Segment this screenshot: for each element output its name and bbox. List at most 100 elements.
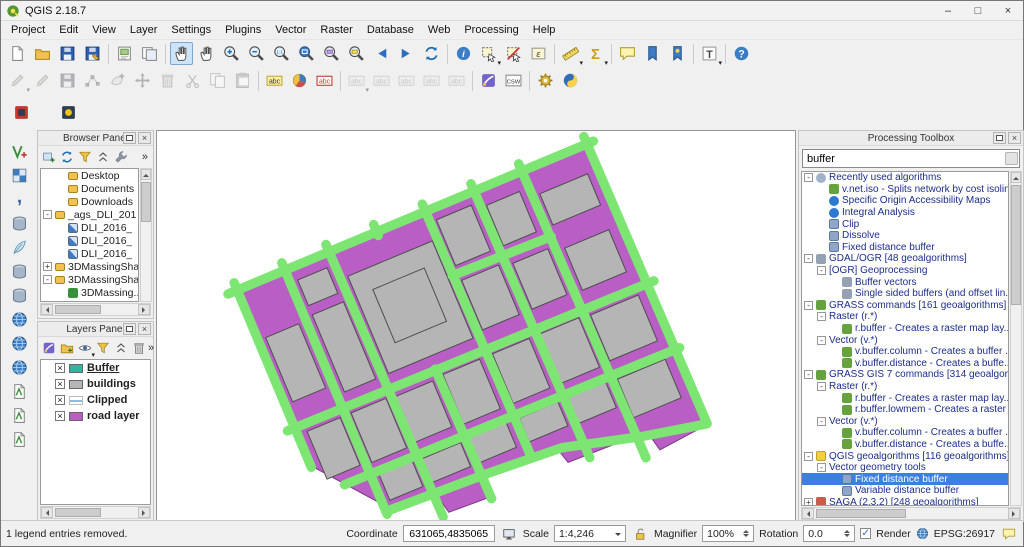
message-log-button[interactable] bbox=[1000, 525, 1018, 543]
highlight-pinned-labels-button[interactable] bbox=[370, 69, 393, 92]
copy-features-button[interactable] bbox=[206, 69, 229, 92]
node-tool-button[interactable] bbox=[81, 69, 104, 92]
crs-status[interactable]: EPSG:26917 bbox=[934, 528, 995, 540]
tree-group-item[interactable]: + SAGA (2.3.2) [248 geoalgorithms] bbox=[802, 497, 1008, 505]
toolbar-overflow-button[interactable]: » bbox=[142, 151, 151, 163]
spinner-arrows[interactable] bbox=[844, 529, 851, 538]
refresh-browser-button[interactable] bbox=[58, 148, 76, 166]
expand-collapse-layers-button[interactable] bbox=[112, 339, 130, 357]
menu-settings[interactable]: Settings bbox=[164, 22, 218, 38]
add-spatialite-layer-button[interactable] bbox=[8, 236, 31, 259]
add-wcs-layer-button[interactable] bbox=[8, 332, 31, 355]
save-project-button[interactable] bbox=[56, 42, 79, 65]
processing-horizontal-scrollbar[interactable] bbox=[801, 507, 1021, 520]
labeling-options-button[interactable] bbox=[313, 69, 336, 92]
open-project-button[interactable] bbox=[31, 42, 54, 65]
filter-browser-button[interactable] bbox=[76, 148, 94, 166]
expander-icon[interactable]: - bbox=[817, 463, 826, 473]
pan-map-button[interactable] bbox=[170, 42, 193, 65]
plugin-gear-tool-button[interactable] bbox=[534, 69, 557, 92]
new-geopackage-layer-button[interactable] bbox=[8, 428, 31, 451]
expander-icon[interactable]: + bbox=[804, 498, 813, 505]
expander-icon[interactable]: - bbox=[817, 382, 826, 391]
tree-group-item[interactable]: - [OGR] Geoprocessing bbox=[802, 265, 1008, 277]
tree-group-item[interactable]: - GRASS GIS 7 commands [314 geoalgorithms… bbox=[802, 369, 1008, 381]
algorithm-item[interactable]: r.buffer - Creates a raster map lay... bbox=[802, 323, 1008, 335]
rotation-spinner[interactable]: 0.0 bbox=[803, 525, 856, 542]
expander-icon[interactable]: - bbox=[804, 451, 813, 461]
add-mssql-layer-button[interactable] bbox=[8, 260, 31, 283]
metasearch-csw-button[interactable] bbox=[502, 69, 525, 92]
layer-visibility-checkbox[interactable]: × bbox=[55, 363, 65, 373]
browser-close-button[interactable]: × bbox=[138, 132, 151, 144]
expander-icon[interactable]: - bbox=[804, 254, 813, 264]
lock-scale-button[interactable] bbox=[631, 525, 649, 543]
algorithm-item[interactable]: Buffer vectors bbox=[802, 276, 1008, 288]
menu-vector[interactable]: Vector bbox=[268, 22, 313, 38]
paste-features-button[interactable] bbox=[231, 69, 254, 92]
tree-group-item[interactable]: - Recently used algorithms bbox=[802, 172, 1008, 184]
expander-icon[interactable]: - bbox=[804, 173, 813, 183]
browser-item[interactable]: DLI_2016_ bbox=[41, 247, 138, 260]
layer-item[interactable]: × buildings bbox=[41, 376, 150, 392]
menu-help[interactable]: Help bbox=[526, 22, 563, 38]
zoom-to-selection-button[interactable] bbox=[345, 42, 368, 65]
algorithm-item[interactable]: v.buffer.distance - Creates a buffe... bbox=[802, 358, 1008, 370]
algorithm-item[interactable]: v.buffer.distance - Creates a buffe... bbox=[802, 439, 1008, 451]
manage-map-themes-button[interactable]: ▾ bbox=[76, 339, 95, 359]
algorithm-item[interactable]: r.buffer.lowmem - Creates a raster ... bbox=[802, 404, 1008, 416]
map-tips-button[interactable] bbox=[616, 42, 639, 65]
browser-horizontal-scrollbar[interactable] bbox=[40, 303, 151, 316]
help-button[interactable] bbox=[730, 42, 753, 65]
coordinate-input[interactable] bbox=[402, 525, 495, 542]
menu-view[interactable]: View bbox=[85, 22, 123, 38]
processing-close-button[interactable]: × bbox=[1008, 132, 1021, 144]
browser-item[interactable]: 3DMassing... bbox=[41, 286, 138, 299]
layer-visibility-checkbox[interactable]: × bbox=[55, 379, 65, 389]
browser-item[interactable]: - 3DMassingSha bbox=[41, 273, 138, 286]
algorithm-item[interactable]: Clip bbox=[802, 218, 1008, 230]
algorithm-item[interactable]: r.buffer - Creates a raster map lay... bbox=[802, 392, 1008, 404]
maximize-button[interactable]: □ bbox=[963, 1, 993, 20]
add-postgis-layer-button[interactable] bbox=[8, 212, 31, 235]
new-composer-button[interactable] bbox=[113, 42, 136, 65]
expander-icon[interactable]: - bbox=[43, 210, 52, 219]
move-label-button[interactable] bbox=[395, 69, 418, 92]
toggle-extents-button[interactable] bbox=[500, 525, 518, 543]
tree-group-item[interactable]: - QGIS geoalgorithms [116 geoalgorithms] bbox=[802, 450, 1008, 462]
add-wms-layer-button[interactable] bbox=[8, 308, 31, 331]
zoom-to-layer-button[interactable] bbox=[320, 42, 343, 65]
pin-labels-button[interactable]: ▾ bbox=[345, 69, 369, 94]
show-bookmarks-button[interactable] bbox=[666, 42, 689, 65]
zoom-last-button[interactable] bbox=[370, 42, 393, 65]
layer-item[interactable]: × Clipped bbox=[41, 392, 150, 408]
new-spatialite-layer-button[interactable] bbox=[8, 404, 31, 427]
identify-features-button[interactable] bbox=[452, 42, 475, 65]
browser-item[interactable]: DLI_2016_ bbox=[41, 234, 138, 247]
algorithm-item[interactable]: Integral Analysis bbox=[802, 207, 1008, 219]
algorithm-item[interactable]: v.buffer.column - Creates a buffer ... bbox=[802, 427, 1008, 439]
expander-icon[interactable]: - bbox=[804, 370, 813, 380]
layer-item[interactable]: × road layer bbox=[41, 408, 150, 424]
spinner-arrows[interactable] bbox=[743, 529, 750, 538]
layer-item[interactable]: × Buffer bbox=[41, 360, 150, 376]
browser-item[interactable]: Desktop bbox=[41, 169, 138, 182]
algorithm-item[interactable]: v.net.iso - Splits network by cost isoli… bbox=[802, 184, 1008, 196]
zoom-native-button[interactable] bbox=[270, 42, 293, 65]
layer-diagrams-button[interactable] bbox=[288, 69, 311, 92]
rotate-label-button[interactable] bbox=[420, 69, 443, 92]
current-edits-button[interactable]: ▾ bbox=[6, 69, 30, 94]
add-feature-button[interactable] bbox=[106, 69, 129, 92]
measure-button[interactable]: ▾ bbox=[559, 42, 583, 67]
layers-float-button[interactable] bbox=[123, 323, 136, 335]
map-canvas[interactable] bbox=[156, 130, 796, 522]
menu-project[interactable]: Project bbox=[4, 22, 52, 38]
tree-group-item[interactable]: - Raster (r.*) bbox=[802, 311, 1008, 323]
tree-group-item[interactable]: - Vector geometry tools bbox=[802, 462, 1008, 474]
render-checkbox[interactable]: ✓ bbox=[860, 528, 872, 539]
filter-legend-button[interactable] bbox=[94, 339, 112, 357]
menu-web[interactable]: Web bbox=[421, 22, 457, 38]
scale-combobox[interactable]: 1:4,246 bbox=[553, 525, 626, 542]
minimize-button[interactable]: – bbox=[933, 1, 963, 20]
remove-layer-button[interactable] bbox=[130, 339, 148, 357]
